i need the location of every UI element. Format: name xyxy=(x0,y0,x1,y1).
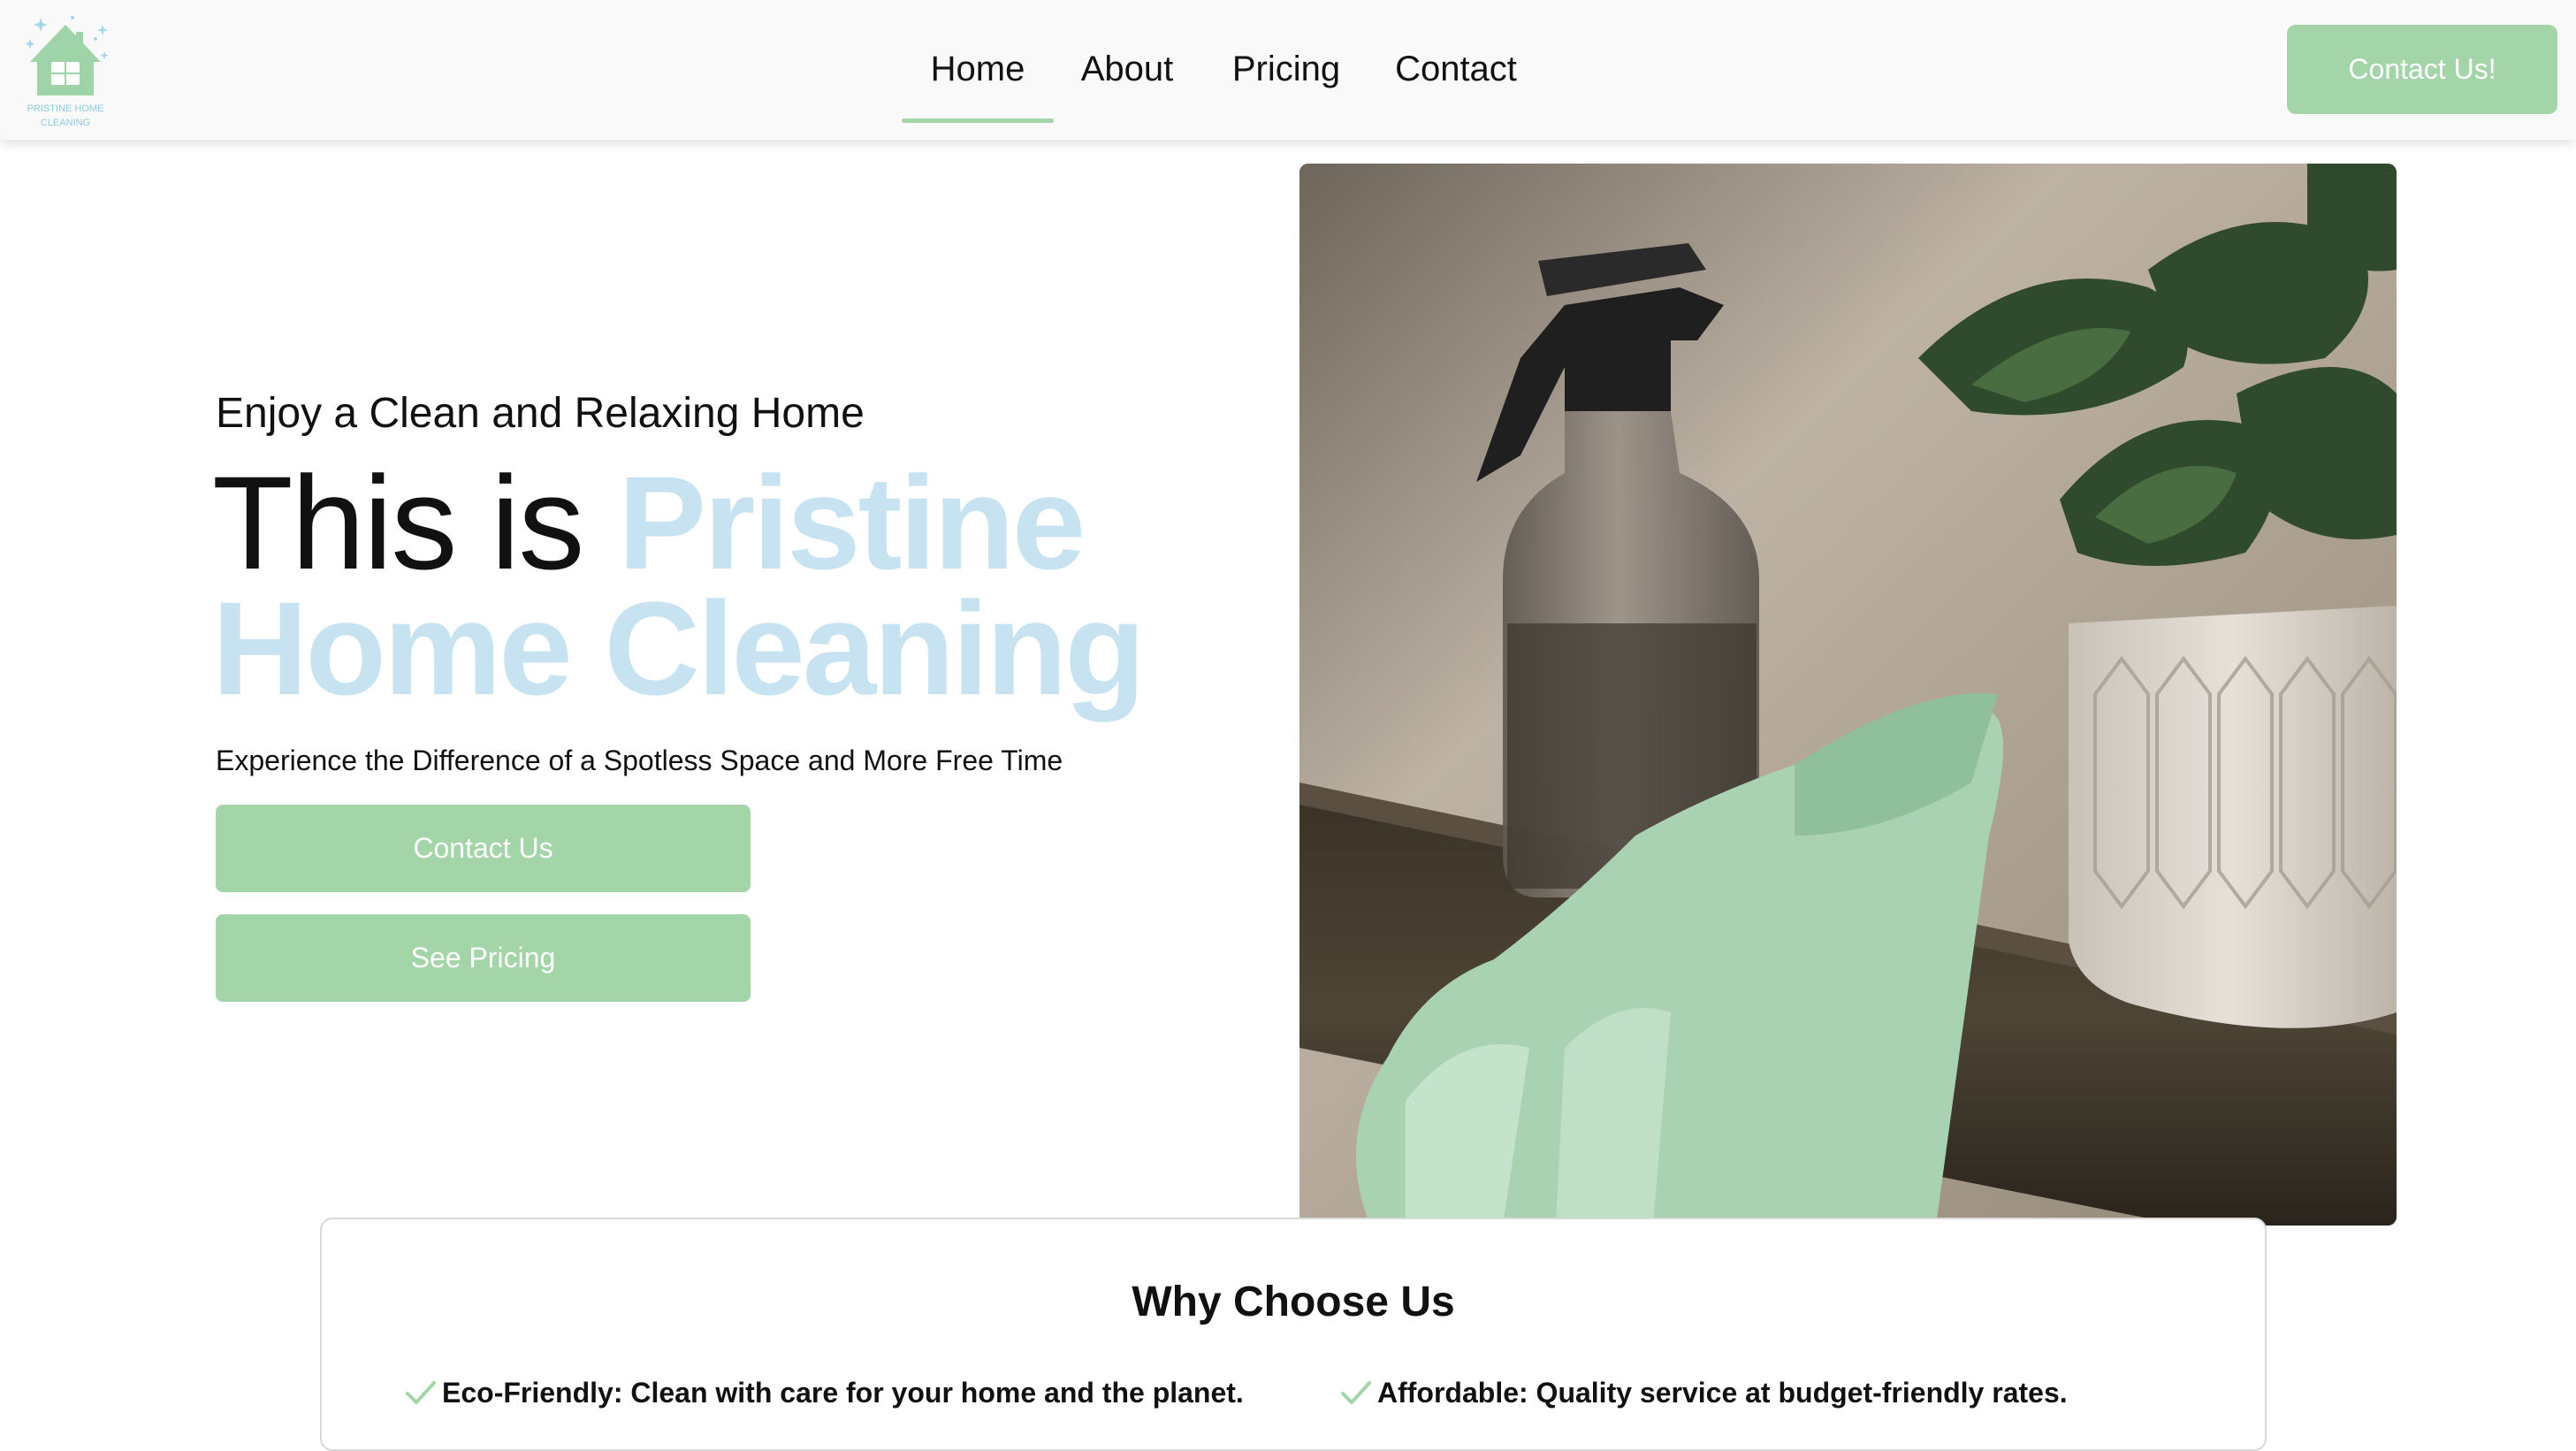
see-pricing-button[interactable]: See Pricing xyxy=(216,914,751,1002)
why-item-text: Affordable: Quality service at budget-fr… xyxy=(1377,1377,2068,1409)
main-nav: Home About Pricing Contact xyxy=(0,0,2576,140)
nav-active-indicator xyxy=(902,118,1054,123)
header-contact-button[interactable]: Contact Us! xyxy=(2287,25,2557,114)
why-item-eco-friendly: Eco-Friendly: Clean with care for your h… xyxy=(405,1377,1244,1409)
why-choose-us-card: Why Choose Us Eco-Friendly: Clean with c… xyxy=(320,1218,2267,1451)
why-item-affordable: Affordable: Quality service at budget-fr… xyxy=(1340,1377,2068,1409)
hero-headline: This is Pristine Home Cleaning xyxy=(212,456,1273,714)
hero-photo xyxy=(1299,164,2397,1226)
contact-us-button[interactable]: Contact Us xyxy=(216,805,751,892)
why-choose-us-title: Why Choose Us xyxy=(1132,1279,1455,1325)
nav-pricing[interactable]: Pricing xyxy=(1220,44,1353,94)
check-icon xyxy=(406,1381,436,1404)
check-icon xyxy=(1341,1381,1371,1404)
nav-contact[interactable]: Contact xyxy=(1386,44,1526,94)
why-item-text: Eco-Friendly: Clean with care for your h… xyxy=(442,1377,1244,1409)
nav-home[interactable]: Home xyxy=(902,44,1054,94)
hero-subline: Experience the Difference of a Spotless … xyxy=(216,745,1063,776)
site-header: PRISTINE HOME CLEANING Home About Pricin… xyxy=(0,0,2576,140)
nav-about[interactable]: About xyxy=(1070,44,1185,94)
hero-tagline: Enjoy a Clean and Relaxing Home xyxy=(216,390,865,437)
